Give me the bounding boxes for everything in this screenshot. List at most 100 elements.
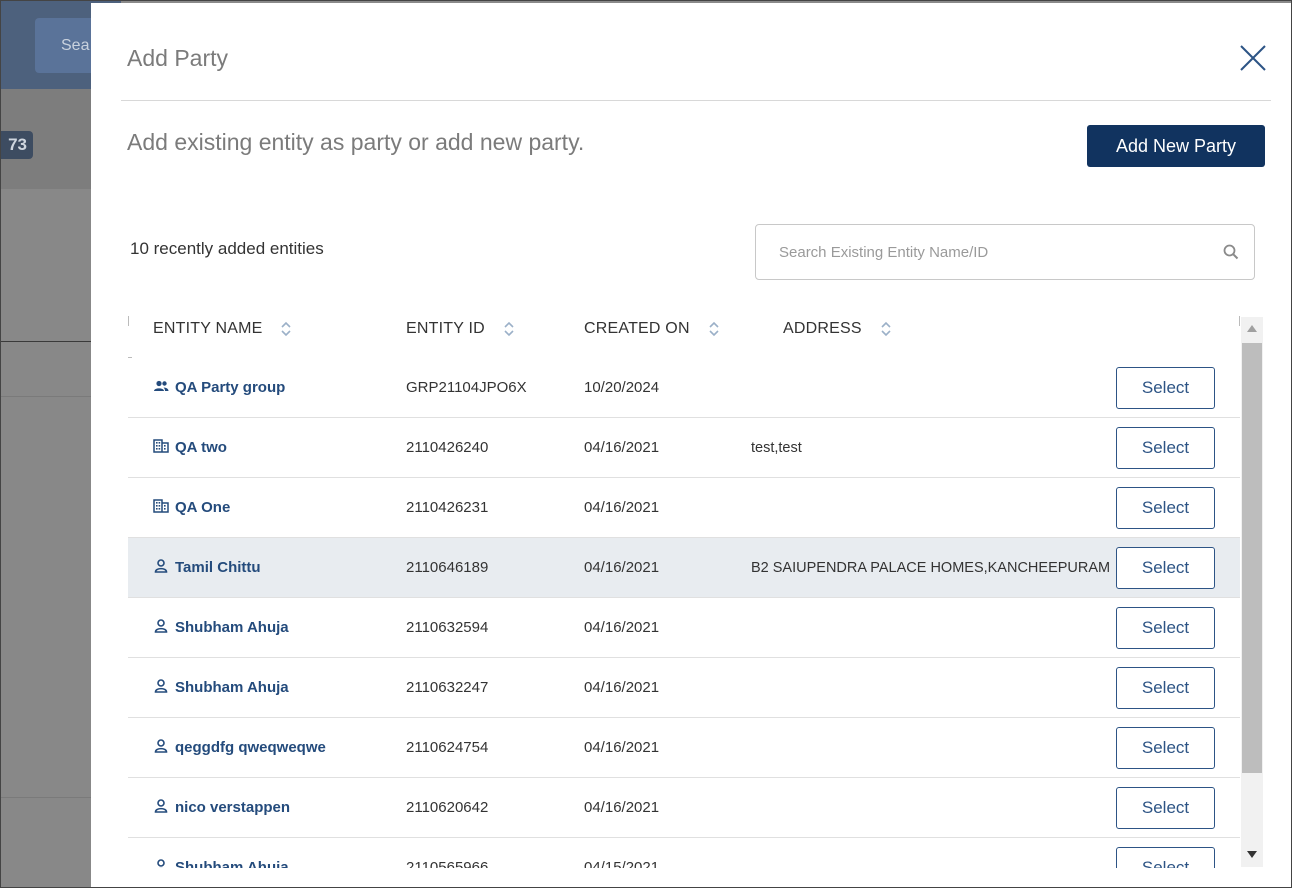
- person-icon: [154, 679, 168, 693]
- created-on: 04/16/2021: [584, 559, 660, 576]
- address: B2 SAIUPENDRA PALACE HOMES,KANCHEEPURAM: [751, 560, 1111, 576]
- entity-id: 2110565966: [406, 859, 489, 868]
- table-header: ENTITY NAME ENTITY ID CREATED ON ADDRESS: [128, 316, 1240, 358]
- entity-name-link[interactable]: qeggdfg qweqweqwe: [153, 718, 326, 778]
- header-divider: [121, 100, 1271, 101]
- app-divider: [1, 396, 93, 397]
- close-icon: [1240, 45, 1266, 71]
- entity-id: 2110624754: [406, 739, 489, 756]
- person-icon: [157, 859, 165, 868]
- created-on: 04/16/2021: [584, 799, 660, 816]
- select-button[interactable]: Select: [1116, 427, 1215, 469]
- table-row: Shubham Ahuja 2110632247 04/16/2021 Sele…: [128, 658, 1240, 718]
- entity-name: QA two: [175, 439, 227, 456]
- select-button[interactable]: Select: [1116, 847, 1215, 868]
- app-divider: [1, 341, 93, 342]
- select-button[interactable]: Select: [1116, 727, 1215, 769]
- created-on: 04/16/2021: [584, 439, 660, 456]
- created-on: 10/20/2024: [584, 379, 660, 396]
- scroll-thumb[interactable]: [1242, 343, 1262, 773]
- column-header-label: ENTITY NAME: [153, 320, 263, 337]
- address: test,test: [751, 440, 802, 456]
- entity-id: 2110426231: [406, 499, 489, 516]
- person-icon: [154, 799, 168, 813]
- column-header-address[interactable]: ADDRESS: [783, 320, 892, 338]
- table-row: QA One 2110426231 04/16/2021 Select: [128, 478, 1240, 538]
- entity-name: Tamil Chittu: [175, 559, 261, 576]
- table-body: QA Party group GRP21104JPO6X 10/20/2024 …: [128, 358, 1240, 868]
- sort-icon[interactable]: [708, 321, 720, 337]
- entity-id: 2110632247: [406, 679, 489, 696]
- created-on: 04/15/2021: [584, 859, 660, 868]
- scroll-up-arrow-icon[interactable]: [1247, 325, 1257, 332]
- app-divider: [1, 797, 93, 798]
- search-icon[interactable]: [1222, 243, 1240, 261]
- entity-name: Shubham Ahuja: [175, 679, 289, 696]
- person-icon: [154, 739, 168, 753]
- entity-name: Shubham Ahuja: [175, 619, 289, 636]
- header-corner: [1239, 316, 1240, 326]
- table-row: nico verstappen 2110620642 04/16/2021 Se…: [128, 778, 1240, 838]
- sort-icon[interactable]: [280, 321, 292, 337]
- entity-id: 2110620642: [406, 799, 489, 816]
- entity-name: qeggdfg qweqweqwe: [175, 739, 326, 756]
- column-header-entity-id[interactable]: ENTITY ID: [406, 320, 515, 338]
- entity-name-link[interactable]: QA Party group: [153, 358, 285, 418]
- entity-name-link[interactable]: Shubham Ahuja: [153, 598, 289, 658]
- column-header-label: CREATED ON: [584, 320, 690, 337]
- entity-name: QA One: [175, 499, 231, 516]
- entity-name-link[interactable]: QA One: [153, 478, 230, 538]
- header-corner: [128, 316, 129, 326]
- sort-icon[interactable]: [503, 321, 515, 337]
- created-on: 04/16/2021: [584, 619, 660, 636]
- entity-id: 2110632594: [406, 619, 489, 636]
- created-on: 04/16/2021: [584, 499, 660, 516]
- created-on: 04/16/2021: [584, 739, 660, 756]
- scroll-down-arrow-icon[interactable]: [1247, 851, 1257, 858]
- add-new-party-button[interactable]: Add New Party: [1087, 125, 1265, 167]
- entity-id: 2110426240: [406, 439, 489, 456]
- entity-id: 2110646189: [406, 559, 489, 576]
- select-button[interactable]: Select: [1116, 607, 1215, 649]
- entity-name: QA Party group: [175, 379, 286, 396]
- table-row: qeggdfg qweqweqwe 2110624754 04/16/2021 …: [128, 718, 1240, 778]
- sort-icon[interactable]: [880, 321, 892, 337]
- recent-entities-label: 10 recently added entities: [130, 239, 324, 258]
- screen: Sea 73 Add Party Add existing entity as …: [0, 0, 1292, 888]
- add-party-modal: Add Party Add existing entity as party o…: [91, 3, 1291, 887]
- select-button[interactable]: Select: [1116, 547, 1215, 589]
- entity-search: [755, 224, 1255, 280]
- count-badge: 73: [1, 131, 33, 159]
- modal-title: Add Party: [127, 45, 228, 71]
- entity-name: Shubham Ahuja: [175, 859, 289, 868]
- table-row: Tamil Chittu 2110646189 04/16/2021 B2 SA…: [128, 538, 1240, 598]
- person-icon: [154, 619, 168, 633]
- entity-name: nico verstappen: [175, 799, 291, 816]
- column-header-label: ADDRESS: [783, 320, 862, 337]
- table-row: Shubham Ahuja 2110565966 04/15/2021 Sele…: [128, 838, 1240, 868]
- close-button[interactable]: [1238, 43, 1268, 73]
- select-button[interactable]: Select: [1116, 367, 1215, 409]
- table-scrollbar[interactable]: [1241, 317, 1263, 867]
- app-content: [1, 189, 93, 887]
- select-button[interactable]: Select: [1116, 787, 1215, 829]
- created-on: 04/16/2021: [584, 679, 660, 696]
- table-row: QA Party group GRP21104JPO6X 10/20/2024 …: [128, 358, 1240, 418]
- person-icon: [154, 559, 168, 573]
- table-row: Shubham Ahuja 2110632594 04/16/2021 Sele…: [128, 598, 1240, 658]
- entity-name-link[interactable]: Shubham Ahuja: [153, 838, 289, 868]
- column-header-entity-name[interactable]: ENTITY NAME: [153, 320, 292, 338]
- building-icon: [153, 499, 169, 513]
- modal-subtitle: Add existing entity as party or add new …: [127, 129, 585, 155]
- column-header-label: ENTITY ID: [406, 320, 485, 337]
- table-row: QA two 2110426240 04/16/2021 test,test S…: [128, 418, 1240, 478]
- entity-id: GRP21104JPO6X: [406, 379, 527, 396]
- select-button[interactable]: Select: [1116, 487, 1215, 529]
- select-button[interactable]: Select: [1116, 667, 1215, 709]
- entity-name-link[interactable]: nico verstappen: [153, 778, 290, 838]
- entity-search-input[interactable]: [756, 225, 1216, 279]
- entity-name-link[interactable]: Tamil Chittu: [153, 538, 261, 598]
- column-header-created-on[interactable]: CREATED ON: [584, 320, 720, 338]
- entity-name-link[interactable]: QA two: [153, 418, 227, 478]
- entity-name-link[interactable]: Shubham Ahuja: [153, 658, 289, 718]
